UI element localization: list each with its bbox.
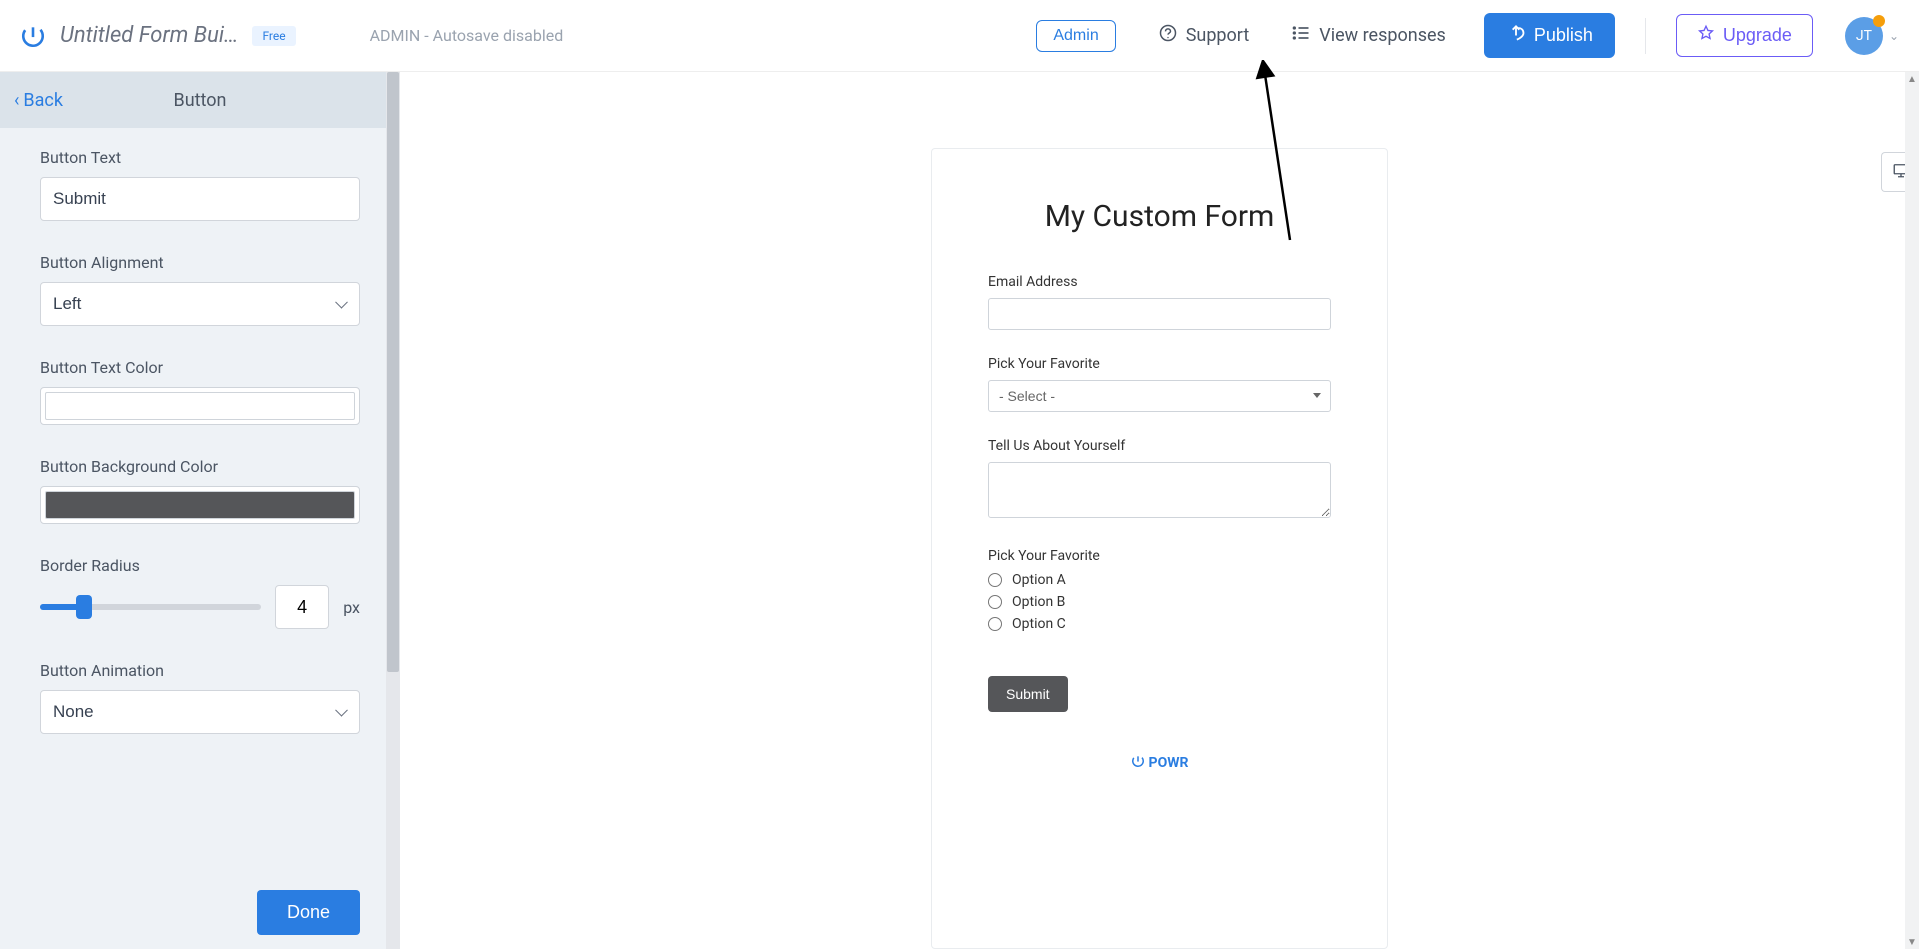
bg-color-swatch [45,491,355,519]
radio-c[interactable] [988,617,1002,631]
radio-b-label: Option B [1012,594,1065,610]
radius-label: Border Radius [40,556,360,575]
form-preview: My Custom Form Email Address Pick Your F… [931,148,1388,949]
star-icon [1697,24,1715,47]
sidebar-title: Button [174,90,227,111]
text-color-picker[interactable] [40,387,360,425]
admin-button[interactable]: Admin [1036,20,1115,52]
back-button[interactable]: ‹ Back [14,90,63,111]
scrollbar-thumb[interactable] [387,72,399,672]
radio-a[interactable] [988,573,1002,587]
email-label: Email Address [988,274,1331,290]
sidebar-scrollbar[interactable] [386,72,400,949]
view-responses-link[interactable]: View responses [1291,23,1446,48]
autosave-status: ADMIN - Autosave disabled [370,26,564,45]
powr-brand-text: POWR [1149,755,1189,771]
radio-option-c[interactable]: Option C [988,616,1331,632]
radius-slider[interactable] [40,593,261,621]
bg-color-label: Button Background Color [40,457,360,476]
text-color-label: Button Text Color [40,358,360,377]
animation-select[interactable] [40,690,360,734]
powr-brand[interactable]: POWR [988,754,1331,772]
free-badge: Free [252,26,295,46]
app-title: Untitled Form Bui… [60,23,238,48]
avatar: JT [1845,17,1883,55]
radio-option-b[interactable]: Option B [988,594,1331,610]
avatar-initials: JT [1856,28,1872,44]
powr-logo-icon [1131,754,1145,772]
email-input[interactable] [988,298,1331,330]
form-title: My Custom Form [988,199,1331,234]
scroll-down-icon[interactable]: ▼ [1905,935,1919,949]
upgrade-button[interactable]: Upgrade [1676,14,1813,57]
support-link[interactable]: Support [1158,23,1250,48]
help-icon [1158,23,1178,48]
animation-label: Button Animation [40,661,360,680]
radio-option-a[interactable]: Option A [988,572,1331,588]
back-label: Back [23,90,63,111]
radio-b[interactable] [988,595,1002,609]
about-label: Tell Us About Yourself [988,438,1331,454]
about-textarea[interactable] [988,462,1331,518]
chevron-left-icon: ‹ [14,90,19,111]
slider-thumb[interactable] [76,595,92,619]
user-menu[interactable]: JT ⌄ [1845,17,1899,55]
powr-logo-icon [20,23,46,49]
publish-button[interactable]: Publish [1484,13,1615,58]
alignment-select[interactable] [40,282,360,326]
publish-label: Publish [1534,25,1593,46]
button-text-label: Button Text [40,148,360,167]
view-responses-label: View responses [1319,25,1446,46]
divider [1645,18,1646,54]
favorite-label: Pick Your Favorite [988,356,1331,372]
notification-dot-icon [1873,15,1885,27]
chevron-down-icon: ⌄ [1889,29,1899,43]
radio-c-label: Option C [1012,616,1066,632]
sidebar-header: ‹ Back Button [0,72,400,128]
support-label: Support [1186,25,1250,46]
radio-a-label: Option A [1012,572,1066,588]
form-submit-button[interactable]: Submit [988,676,1068,712]
done-button[interactable]: Done [257,890,360,935]
text-color-swatch [45,392,355,420]
share-icon [1506,23,1526,48]
alignment-label: Button Alignment [40,253,360,272]
upgrade-label: Upgrade [1723,25,1792,46]
favorite-select[interactable] [988,380,1331,412]
radius-unit: px [343,598,360,617]
bg-color-picker[interactable] [40,486,360,524]
radius-input[interactable] [275,585,329,629]
radio-group-label: Pick Your Favorite [988,548,1331,564]
list-icon [1291,23,1311,48]
preview-scrollbar[interactable]: ▲ ▼ [1905,72,1919,949]
button-text-input[interactable] [40,177,360,221]
scroll-up-icon[interactable]: ▲ [1905,72,1919,86]
